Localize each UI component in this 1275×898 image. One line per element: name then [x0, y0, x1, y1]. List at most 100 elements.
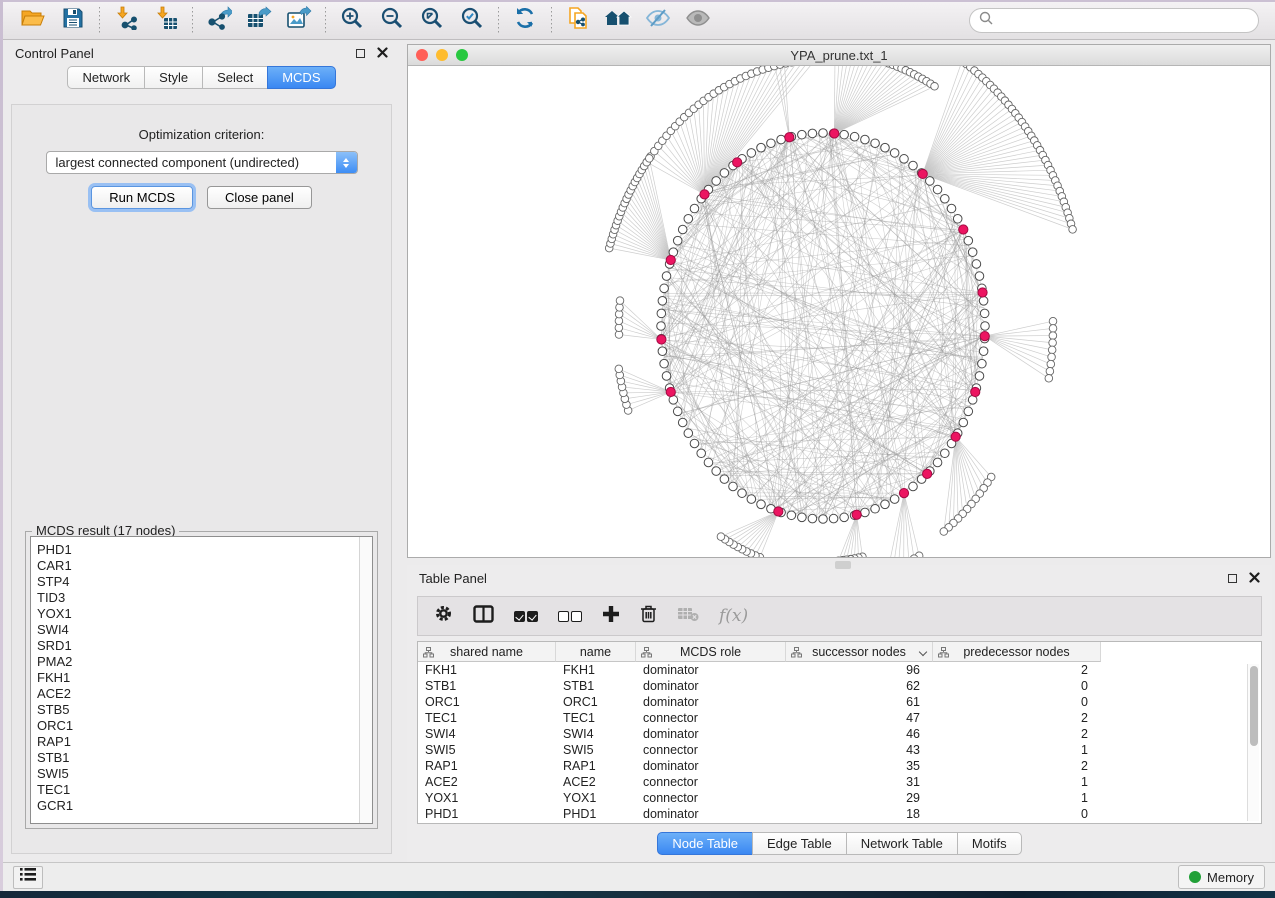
satellite-node[interactable] [931, 83, 939, 91]
mcds-hub-node[interactable] [666, 255, 675, 264]
ring-node[interactable] [947, 204, 956, 213]
table-row[interactable]: TEC1TEC1connector472 [418, 710, 1261, 726]
satellite-node[interactable] [1048, 346, 1056, 354]
ring-node[interactable] [697, 449, 706, 458]
ring-node[interactable] [881, 500, 890, 509]
ring-node[interactable] [819, 515, 828, 524]
run-mcds-button[interactable]: Run MCDS [91, 186, 193, 209]
ring-node[interactable] [933, 458, 942, 467]
network-graph[interactable] [408, 66, 1270, 557]
mcds-hub-node[interactable] [899, 489, 908, 498]
ring-node[interactable] [861, 135, 870, 144]
ring-node[interactable] [933, 185, 942, 194]
ring-node[interactable] [757, 500, 766, 509]
mcds-result-item[interactable]: TID3 [37, 590, 372, 606]
mcds-result-item[interactable]: ORC1 [37, 718, 372, 734]
tab-mcds[interactable]: MCDS [267, 66, 335, 89]
ring-node[interactable] [690, 204, 699, 213]
import-network-button[interactable] [106, 5, 146, 37]
mcds-hub-node[interactable] [733, 158, 742, 167]
mcds-result-item[interactable]: TEC1 [37, 782, 372, 798]
zoom-out-button[interactable] [372, 5, 412, 37]
show-columns-button[interactable] [473, 605, 494, 628]
ring-node[interactable] [660, 359, 669, 368]
ring-node[interactable] [684, 214, 693, 223]
mcds-hub-node[interactable] [852, 510, 861, 519]
mcds-hub-node[interactable] [774, 507, 783, 516]
ring-node[interactable] [926, 177, 935, 186]
satellite-node[interactable] [1049, 325, 1057, 333]
add-column-button[interactable] [602, 605, 620, 628]
tab-network[interactable]: Network [67, 66, 145, 89]
table-row[interactable]: YOX1YOX1connector291 [418, 790, 1261, 806]
mcds-list-scrollbar[interactable] [359, 537, 372, 823]
panel-splitter-handle[interactable] [835, 561, 851, 569]
satellite-node[interactable] [1047, 360, 1055, 368]
mcds-result-item[interactable]: CAR1 [37, 558, 372, 574]
zoom-in-button[interactable] [332, 5, 372, 37]
hide-selected-button[interactable] [638, 5, 678, 37]
ring-node[interactable] [964, 236, 973, 245]
ring-node[interactable] [673, 407, 682, 416]
satellite-node[interactable] [616, 297, 624, 305]
mcds-result-item[interactable]: GCR1 [37, 798, 372, 814]
mcds-hub-node[interactable] [959, 225, 968, 234]
ring-node[interactable] [767, 139, 776, 148]
ring-node[interactable] [909, 161, 918, 170]
memory-button[interactable]: Memory [1178, 865, 1265, 889]
mcds-hub-node[interactable] [971, 387, 980, 396]
table-tab-node-table[interactable]: Node Table [657, 832, 753, 855]
ring-node[interactable] [657, 309, 666, 318]
window-minimize-icon[interactable] [436, 49, 448, 61]
ring-node[interactable] [953, 214, 962, 223]
table-options-button[interactable] [434, 604, 453, 628]
close-panel-button[interactable] [377, 46, 388, 61]
table-row[interactable]: RAP1RAP1dominator352 [418, 758, 1261, 774]
scrollbar-thumb[interactable] [1250, 666, 1258, 746]
ring-node[interactable] [673, 236, 682, 245]
table-tab-network-table[interactable]: Network Table [846, 832, 958, 855]
ring-node[interactable] [940, 449, 949, 458]
satellite-node[interactable] [1069, 226, 1077, 234]
mcds-hub-node[interactable] [918, 169, 927, 178]
ring-node[interactable] [968, 248, 977, 257]
ring-node[interactable] [981, 322, 990, 331]
zoom-selected-button[interactable] [452, 5, 492, 37]
tab-style[interactable]: Style [144, 66, 203, 89]
ring-node[interactable] [975, 372, 984, 381]
save-session-button[interactable] [53, 5, 93, 37]
ring-node[interactable] [747, 495, 756, 504]
ring-node[interactable] [678, 225, 687, 234]
export-image-button[interactable] [279, 5, 319, 37]
task-history-button[interactable] [13, 866, 43, 889]
ring-node[interactable] [980, 309, 989, 318]
close-panel-action-button[interactable]: Close panel [207, 186, 312, 209]
network-window-titlebar[interactable]: YPA_prune.txt_1 [408, 45, 1270, 66]
satellite-node[interactable] [1049, 317, 1057, 325]
mcds-hub-node[interactable] [980, 332, 989, 341]
table-row[interactable]: SWI4SWI4dominator462 [418, 726, 1261, 742]
mcds-result-item[interactable]: FKH1 [37, 670, 372, 686]
close-table-panel-button[interactable] [1249, 571, 1260, 586]
table-tab-edge-table[interactable]: Edge Table [752, 832, 847, 855]
satellite-node[interactable] [645, 155, 653, 163]
ring-node[interactable] [890, 495, 899, 504]
satellite-node[interactable] [615, 365, 623, 373]
import-table-button[interactable] [146, 5, 186, 37]
ring-node[interactable] [890, 149, 899, 158]
ring-node[interactable] [819, 129, 828, 138]
float-panel-button[interactable] [356, 49, 365, 58]
satellite-node[interactable] [1049, 339, 1057, 347]
ring-node[interactable] [662, 372, 671, 381]
ring-node[interactable] [972, 260, 981, 269]
ring-node[interactable] [978, 359, 987, 368]
ring-node[interactable] [900, 155, 909, 164]
ring-node[interactable] [959, 418, 968, 427]
export-table-button[interactable] [239, 5, 279, 37]
search-input[interactable] [999, 13, 1249, 28]
mcds-result-item[interactable]: PMA2 [37, 654, 372, 670]
mcds-hub-node[interactable] [951, 432, 960, 441]
tab-select[interactable]: Select [202, 66, 268, 89]
mcds-hub-node[interactable] [978, 288, 987, 297]
ring-node[interactable] [658, 347, 667, 356]
